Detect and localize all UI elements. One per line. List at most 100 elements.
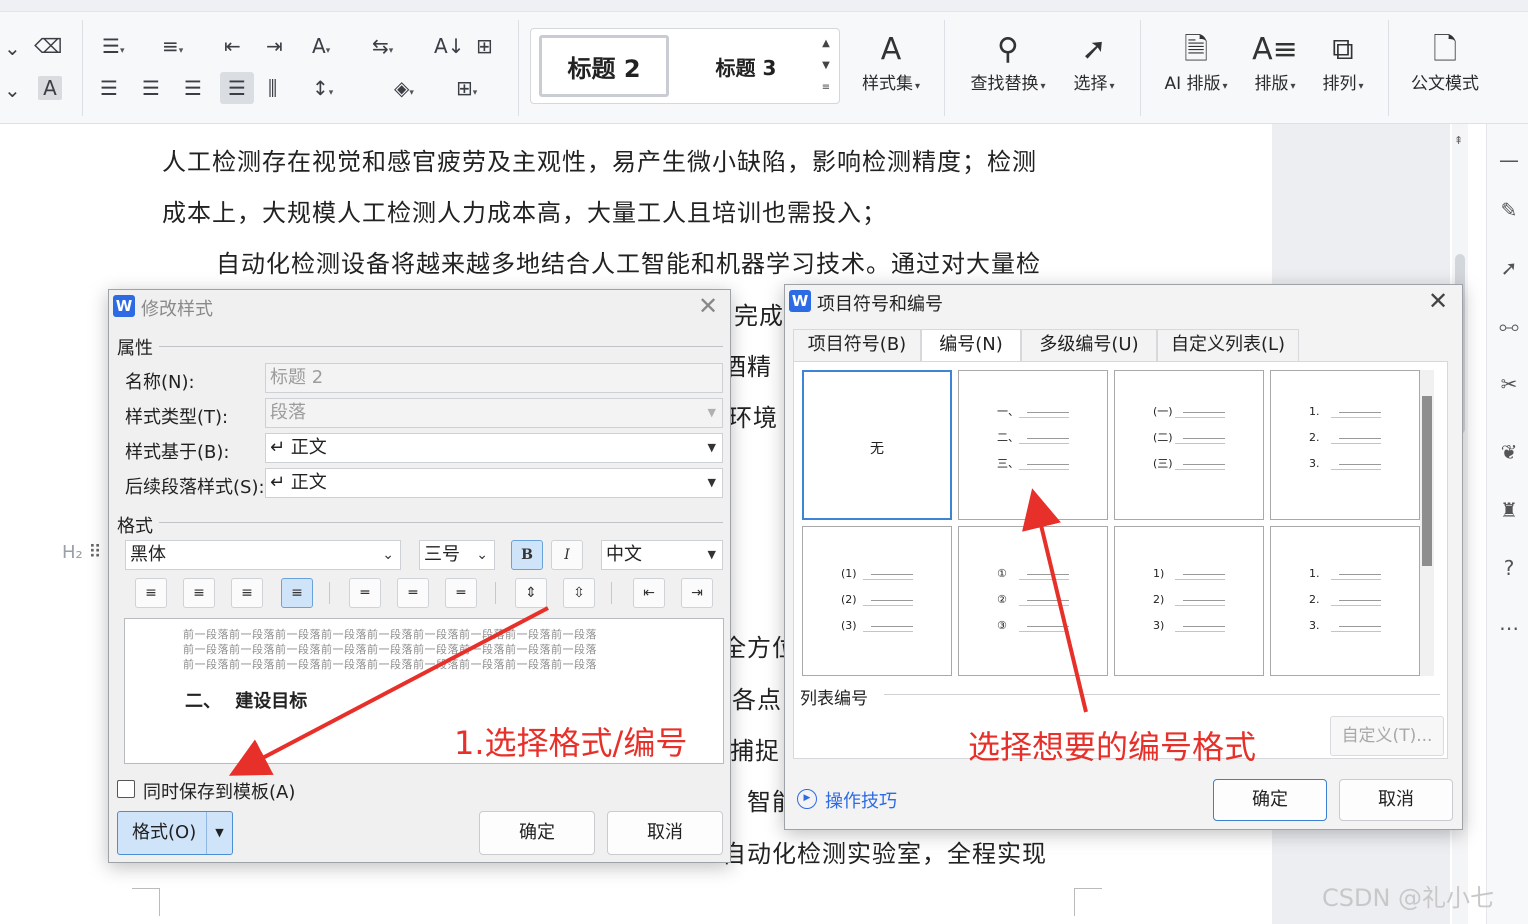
select-button[interactable]: ➚ 选择 ▾: [1064, 28, 1124, 99]
save-to-template-label[interactable]: 同时保存到模板(A): [143, 778, 295, 804]
numbering-option[interactable]: (1) (2) (3): [802, 526, 952, 676]
help-icon[interactable]: ?: [1497, 556, 1521, 580]
ok-button[interactable]: 确定: [1213, 779, 1327, 821]
fill-color-icon[interactable]: ◈▾: [394, 76, 414, 105]
single-spacing-icon[interactable]: ═: [349, 578, 381, 608]
cursor-icon[interactable]: ➚: [1497, 256, 1521, 280]
close-icon[interactable]: ✕: [693, 292, 723, 322]
cancel-button[interactable]: 取消: [607, 811, 723, 855]
placeholder-line: [1183, 574, 1225, 575]
align-left-icon[interactable]: ☰: [100, 76, 118, 100]
caret-icon[interactable]: ⌄: [4, 78, 21, 102]
placeholder-line: [1175, 417, 1225, 418]
numbering-option[interactable]: ① ② ③: [958, 526, 1108, 676]
sliders-icon[interactable]: ⧟: [1497, 314, 1521, 338]
tips-link[interactable]: 操作技巧: [825, 787, 897, 813]
justify-icon[interactable]: ☰: [220, 72, 254, 104]
numbering-option[interactable]: 一、 二、 三、: [958, 370, 1108, 520]
decrease-spacing-icon[interactable]: ⇳: [563, 578, 595, 608]
save-to-template-checkbox[interactable]: [117, 780, 135, 798]
tab-bullets[interactable]: 项目符号(B): [793, 329, 921, 361]
format-dropdown-button[interactable]: 格式(O) ▼: [117, 811, 233, 855]
eraser-icon[interactable]: ⌫: [34, 34, 62, 58]
gallery-icon[interactable]: ❦: [1497, 440, 1521, 464]
scroll-up-icon[interactable]: ⇞: [1454, 134, 1463, 147]
cancel-button[interactable]: 取消: [1339, 779, 1453, 821]
align-right-icon[interactable]: ☰: [184, 76, 202, 100]
preview-filler-text: 前一段落前一段落前一段落前一段落前一段落前一段落前一段落前一段落前一段落: [183, 658, 597, 671]
panel-scrollbar[interactable]: [1420, 370, 1434, 676]
numbering-option[interactable]: 1. 2. 3.: [1270, 370, 1420, 520]
align-left-icon[interactable]: ≡: [135, 578, 167, 608]
ai-layout-button[interactable]: 🗎 AI 排版 ▾: [1156, 28, 1236, 99]
decrease-indent-icon[interactable]: ⇤: [633, 578, 665, 608]
decrease-indent-icon[interactable]: ⇤: [224, 34, 241, 58]
ok-button[interactable]: 确定: [479, 811, 595, 855]
numbering-option-none[interactable]: 无: [802, 370, 952, 520]
tab-numbering[interactable]: 编号(N): [921, 329, 1021, 362]
caret-icon[interactable]: ⌄: [4, 36, 21, 60]
ribbon-separator: [1388, 20, 1389, 116]
format-section-label: 格式: [117, 516, 153, 537]
number-marker: 一、: [997, 405, 1019, 418]
increase-spacing-icon[interactable]: ⇕: [515, 578, 547, 608]
arrange-button[interactable]: ⧉ 排列 ▾: [1314, 28, 1372, 99]
caret-down-icon[interactable]: ▼: [206, 812, 232, 854]
distribute-icon[interactable]: ⫼: [268, 76, 277, 100]
language-select[interactable]: 中文 ▼: [601, 540, 723, 570]
numbering-option[interactable]: 1. 2. 3.: [1270, 526, 1420, 676]
shirt-icon[interactable]: ♜: [1497, 498, 1521, 522]
layout-button[interactable]: A≡ 排版 ▾: [1246, 28, 1304, 99]
tools-icon[interactable]: ✂: [1497, 372, 1521, 396]
align-right-icon[interactable]: ≡: [231, 578, 263, 608]
justify-icon[interactable]: ≡: [281, 578, 313, 608]
font-size-select[interactable]: 三号 ⌄: [419, 540, 495, 570]
align-center-icon[interactable]: ≡: [183, 578, 215, 608]
font-select[interactable]: 黑体 ⌄: [125, 540, 401, 570]
gallery-scroll-icon[interactable]: ▲ ▼ ≡: [819, 33, 833, 99]
table-border-icon[interactable]: ⊞: [476, 34, 493, 58]
drag-handle-icon[interactable]: ⠿: [89, 542, 102, 563]
style-heading-3[interactable]: 标题 3: [691, 35, 801, 97]
numbering-option[interactable]: (一) (二) (三): [1114, 370, 1264, 520]
tab-multilevel[interactable]: 多级编号(U): [1021, 329, 1157, 361]
double-spacing-icon[interactable]: ═: [445, 578, 477, 608]
swap-icon[interactable]: ⇆▾: [372, 34, 393, 63]
increase-indent-icon[interactable]: ⇥: [681, 578, 713, 608]
find-replace-button[interactable]: ⚲ 查找替换 ▾: [960, 28, 1056, 99]
pen-icon[interactable]: ✎: [1497, 198, 1521, 222]
dialog-title-bar[interactable]: W 修改样式 ✕: [109, 290, 730, 322]
bold-button[interactable]: B: [511, 540, 543, 570]
tab-custom-list[interactable]: 自定义列表(L): [1157, 329, 1299, 361]
align-center-icon[interactable]: ☰: [142, 76, 160, 100]
italic-button[interactable]: I: [551, 540, 583, 570]
scrollbar-thumb[interactable]: [1422, 396, 1432, 566]
sort-icon[interactable]: A↓: [434, 34, 464, 58]
close-icon[interactable]: ✕: [1423, 287, 1453, 317]
bullet-list-icon[interactable]: ☰▾: [102, 34, 124, 63]
collapse-icon[interactable]: —: [1497, 148, 1521, 172]
toolbar-separator: [495, 582, 496, 604]
numbered-list-icon[interactable]: ≡▾: [162, 34, 183, 63]
numbering-preview-row: ③: [959, 619, 1107, 633]
style-heading-2[interactable]: 标题 2: [539, 35, 669, 97]
based-on-select[interactable]: ↵ 正文 ▼: [265, 433, 723, 463]
play-icon[interactable]: ▶: [797, 789, 817, 809]
section-divider: [884, 694, 1440, 695]
one-half-spacing-icon[interactable]: ═: [397, 578, 429, 608]
heading-level-marker[interactable]: H₂ ⠿: [62, 542, 102, 563]
numbering-option[interactable]: 1) 2) 3): [1114, 526, 1264, 676]
wps-logo-icon: W: [789, 290, 811, 312]
more-icon[interactable]: ⋯: [1497, 616, 1521, 640]
border-icon[interactable]: ⊞▾: [456, 76, 477, 105]
char-shading-icon[interactable]: A: [38, 76, 62, 100]
doc-paragraph-line: 成本上，大规模人工检测人力成本高，大量工人且培训也需投入；: [162, 199, 887, 227]
line-spacing-icon[interactable]: ↕▾: [312, 76, 333, 105]
official-mode-button[interactable]: 🗋 公文模式: [1404, 28, 1486, 96]
next-style-select[interactable]: ↵ 正文 ▼: [265, 468, 723, 498]
increase-indent-icon[interactable]: ⇥: [266, 34, 283, 58]
placeholder-line: [1019, 417, 1069, 418]
text-direction-icon[interactable]: A▾: [312, 34, 330, 63]
style-set-button[interactable]: A 样式集 ▾: [852, 28, 930, 99]
dialog-title-bar[interactable]: W 项目符号和编号 ✕: [785, 285, 1462, 317]
